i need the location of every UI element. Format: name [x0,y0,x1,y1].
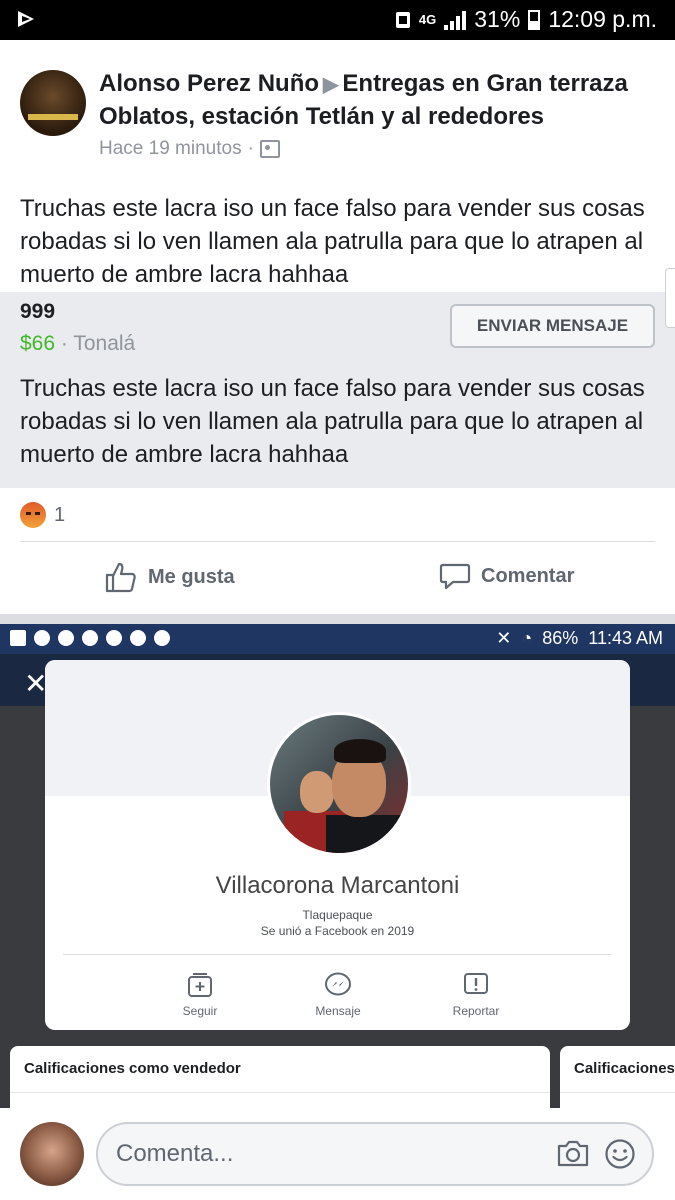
profile-card: Villacorona Marcantoni Tlaquepaque Se un… [45,660,630,1030]
send-message-button[interactable]: ENVIAR MENSAJE [450,304,655,348]
follow-action: Seguir [155,972,245,1018]
comment-button[interactable]: Comentar [439,560,574,592]
close-icon: ✕ [24,668,48,699]
thumbs-up-icon [105,562,136,593]
report-action: Reportar [431,972,521,1018]
follow-icon [188,973,212,997]
listing-price-line: $66 · Tonalá [20,332,135,356]
listing-title: 999 [20,300,56,323]
embedded-mute-icon: ✕ [496,628,512,648]
network-type: 4G [418,12,437,27]
shared-to-arrow-icon: ▶ [323,74,339,96]
post-meta: Hace 19 minutos · [99,138,280,160]
profile-joined: Se unió a Facebook en 2019 [260,924,415,938]
listing-separator: · [55,332,74,355]
status-bar: 4G 31% 12:09 p.m. [0,0,675,40]
post-author-line: Alonso Perez Nuño ▶ Entregas en Gran terra… [99,68,659,132]
post-timestamp[interactable]: Hace 19 minutos [99,138,242,160]
alarm-icon [395,11,410,28]
reaction-count: 1 [54,503,66,526]
reactions-summary[interactable]: 1 [20,502,65,528]
meta-separator: · [247,138,254,159]
listing-description: Truchas este lacra iso un face falso par… [20,375,645,468]
attached-screenshot[interactable]: ✕ ◔ 86% 11:43 AM ✕ Villacorona Marcanton… [0,614,675,1108]
group-audience-icon [259,140,280,158]
seller-ratings-card: Calificaciones como vendedor [10,1046,550,1108]
user-avatar[interactable] [20,1122,84,1186]
embedded-wifi-icon: ◔ [521,628,533,648]
divider [20,541,655,542]
like-label: Me gusta [148,565,235,588]
embedded-clock: 11:43 AM [588,628,663,648]
battery-percent: 31% [474,6,521,32]
author-avatar[interactable] [20,70,86,136]
listing-price: $66 [20,332,56,355]
seller-ratings-title: Calificaciones como vendedor [24,1060,241,1077]
battery-icon [528,9,541,30]
clock: 12:09 p.m. [548,6,657,32]
profile-name: Villacorona Marcantoni [215,872,460,899]
profile-city: Tlaquepaque [302,908,373,922]
scroll-handle[interactable] [665,268,675,328]
post-text: Truchas este lacra iso un face falso par… [20,195,645,288]
embedded-battery: 86% [542,628,579,648]
author-name[interactable]: Alonso Perez Nuño [99,70,319,97]
post-actions: Me gusta Comentar [0,556,675,600]
embedded-notification-icons [10,630,170,646]
comment-icon [439,563,471,590]
messenger-icon [325,972,351,996]
emoji-icon[interactable] [604,1138,636,1170]
message-action: Mensaje [293,972,383,1018]
angry-reaction-icon [20,502,46,528]
marketplace-listing[interactable]: 999 $66 · Tonalá ENVIAR MENSAJE Truchas … [0,292,675,488]
like-button[interactable]: Me gusta [104,560,235,594]
report-icon [464,973,488,994]
profile-picture [267,712,411,856]
embedded-status-bar: ✕ ◔ 86% 11:43 AM [0,624,675,654]
ratings-title: Calificaciones [574,1060,675,1077]
notification-icon [18,11,34,27]
ratings-card: Calificaciones [560,1046,675,1108]
comment-composer [0,1108,675,1200]
camera-icon[interactable] [556,1138,590,1168]
listing-location: Tonalá [73,332,136,355]
comment-label: Comentar [481,564,575,587]
signal-icon [444,10,467,30]
